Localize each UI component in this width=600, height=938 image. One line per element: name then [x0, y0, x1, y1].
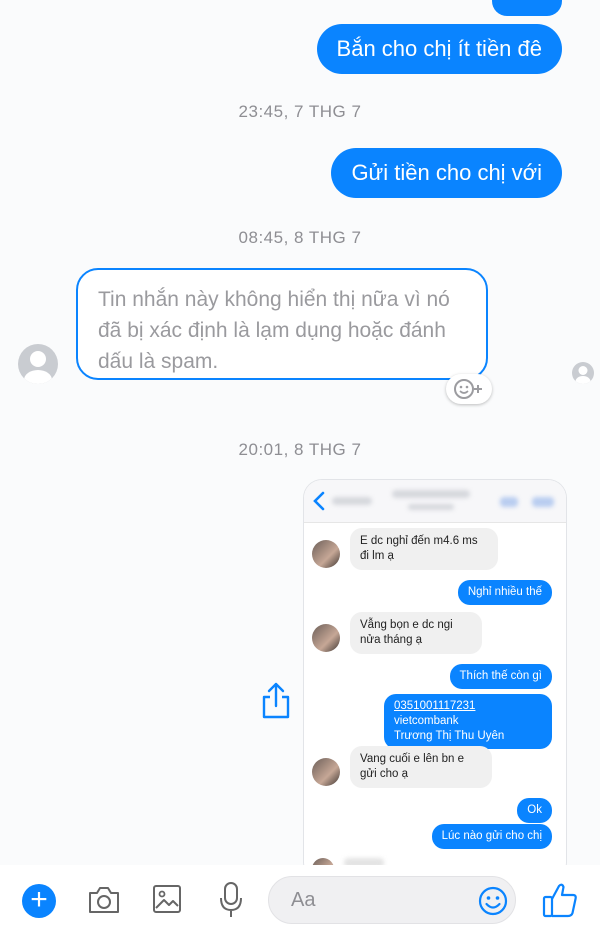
message-input[interactable]: Aa	[268, 876, 516, 924]
conversation-area: Bắn cho chị ít tiền đê 23:45, 7 THG 7 Gử…	[0, 0, 600, 865]
back-arrow-icon	[313, 491, 325, 511]
plus-icon[interactable]: +	[22, 884, 56, 918]
account-holder: Trương Thị Thu Uyên	[394, 730, 505, 742]
previous-message-bubble[interactable]	[492, 0, 562, 16]
sender-avatar	[312, 858, 334, 865]
sender-avatar	[312, 540, 340, 568]
screenshot-message-out: Ok	[517, 798, 552, 823]
timestamp: 08:45, 8 THG 7	[238, 228, 362, 247]
sender-avatar	[312, 758, 340, 786]
account-number: 0351001117231	[394, 700, 476, 712]
contact-avatar[interactable]	[18, 344, 58, 384]
message-input-placeholder: Aa	[291, 889, 316, 911]
screenshot-message-in: E dc nghỉ đến m4.6 ms đi lm ạ	[350, 528, 498, 570]
screenshot-message-out: Lúc nào gửi cho chị	[431, 824, 552, 849]
bank-name: vietcombank	[394, 715, 459, 727]
removed-message-text: Tin nhắn này không hiển thị nữa vì nó đã…	[98, 288, 450, 373]
like-icon[interactable]	[540, 880, 580, 920]
emoji-icon[interactable]	[477, 885, 509, 917]
emoji-plus-icon	[454, 379, 482, 399]
screenshot-header	[304, 480, 566, 523]
screenshot-account-message: 0351001117231 vietcombank Trương Thị Thu…	[384, 694, 552, 749]
sender-avatar	[312, 624, 340, 652]
image-icon[interactable]	[152, 884, 182, 914]
screenshot-message-in: Vẫng bọn e dc ngi nửa tháng ạ	[350, 612, 482, 654]
camera-icon[interactable]	[86, 884, 122, 916]
screenshot-message-out: Nghỉ nhiều thế	[457, 580, 552, 605]
shared-screenshot-image[interactable]: E dc nghỉ đến m4.6 ms đi lm ạ Nghỉ nhiều…	[304, 480, 566, 865]
timestamp: 20:01, 8 THG 7	[238, 440, 362, 459]
screenshot-message-out: Thích thế còn gì	[449, 664, 552, 689]
microphone-icon[interactable]	[218, 881, 244, 919]
read-receipt-avatar	[572, 362, 594, 384]
add-reaction-button[interactable]	[446, 374, 492, 404]
timestamp: 23:45, 7 THG 7	[238, 102, 362, 121]
screenshot-message-in: Vang cuối e lên bn e gửi cho ạ	[350, 746, 492, 788]
share-icon[interactable]	[258, 680, 294, 720]
removed-message-bubble[interactable]: Tin nhắn này không hiển thị nữa vì nó đã…	[76, 268, 488, 380]
message-outgoing[interactable]: Bắn cho chị ít tiền đê	[316, 24, 562, 74]
message-outgoing[interactable]: Gửi tiền cho chị với	[331, 148, 562, 198]
